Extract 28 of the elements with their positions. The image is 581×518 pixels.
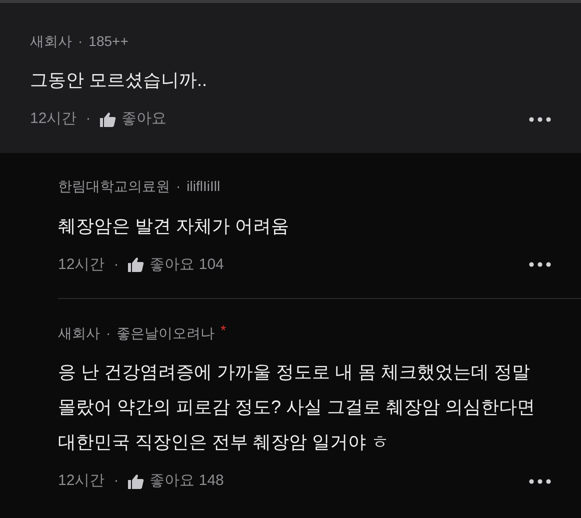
timestamp: 12시간 (58, 254, 105, 274)
user-handle: iliflIiIll (186, 177, 220, 196)
comment-text: 응 난 건강염려증에 가까울 정도로 내 몸 체크했었는데 정말 몰랐어 약간의 피로감 정도? 사실 그걸로 췌장암 의심한다면 대한민국 직장인은 전부 췌장암 일거야 ㅎ (58, 361, 536, 454)
timestamp: 12시간 (30, 109, 77, 129)
timestamp: 12시간 (58, 471, 105, 491)
author-name: 새회사 (30, 32, 72, 50)
comment-text: 췌장암은 발견 자체가 어려움 (58, 214, 290, 238)
separator-dot: · (78, 32, 83, 50)
user-handle: 185++ (88, 32, 128, 50)
author-name: 한림대학교의료원 (58, 177, 170, 196)
comment-text: 그동안 모르셨습니까.. (30, 69, 208, 92)
separator-dot: · (114, 254, 119, 274)
more-icon (529, 116, 551, 122)
user-handle: 좋은날이오려나 (116, 324, 215, 342)
thumbs-up-icon (100, 112, 116, 127)
author-mark: * (220, 320, 226, 340)
like-button[interactable]: 좋아요 (100, 108, 167, 130)
author-name: 새회사 (58, 324, 100, 342)
separator-dot: · (86, 109, 91, 129)
thumbs-up-icon (128, 257, 144, 272)
more-icon (529, 262, 551, 268)
separator-dot: · (114, 471, 119, 491)
more-icon (529, 478, 551, 484)
thumbs-up-icon (128, 474, 144, 489)
separator-dot: · (106, 324, 111, 342)
like-button[interactable]: 좋아요 104 (128, 254, 224, 276)
like-button[interactable]: 좋아요 148 (128, 470, 224, 492)
separator-dot: · (176, 177, 181, 196)
